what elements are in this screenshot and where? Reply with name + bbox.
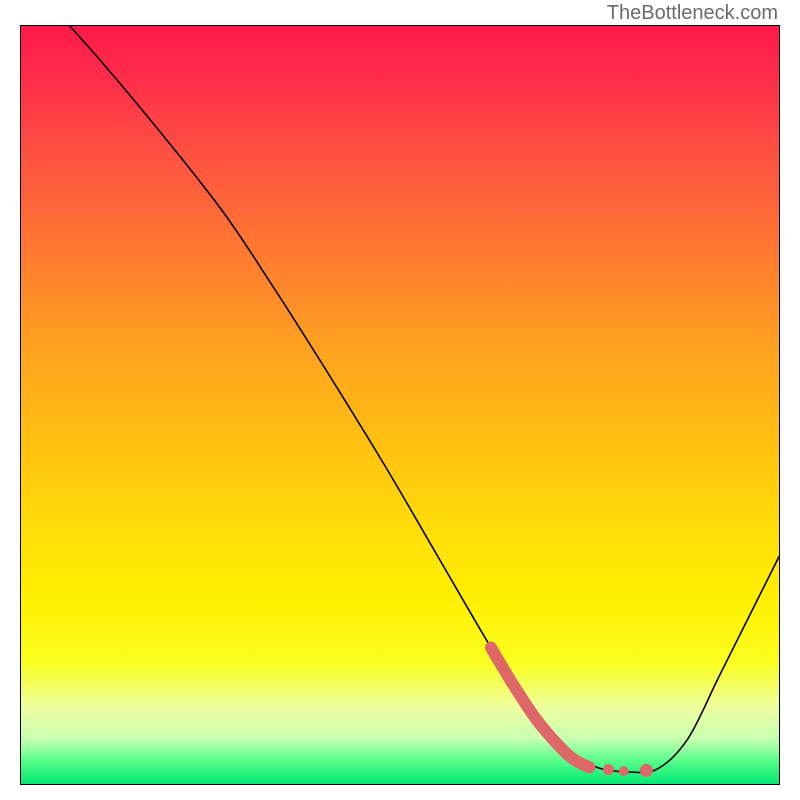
highlight-dot [619, 766, 629, 776]
plot-area [20, 25, 780, 785]
highlight-dots-group [603, 764, 653, 777]
highlight-dot [640, 764, 653, 777]
main-curve-line [21, 26, 779, 773]
chart-container: TheBottleneck.com [0, 0, 800, 800]
highlight-segment [491, 648, 590, 768]
curve-layer [21, 26, 779, 784]
highlight-dot [603, 764, 614, 775]
watermark-text: TheBottleneck.com [607, 2, 778, 25]
